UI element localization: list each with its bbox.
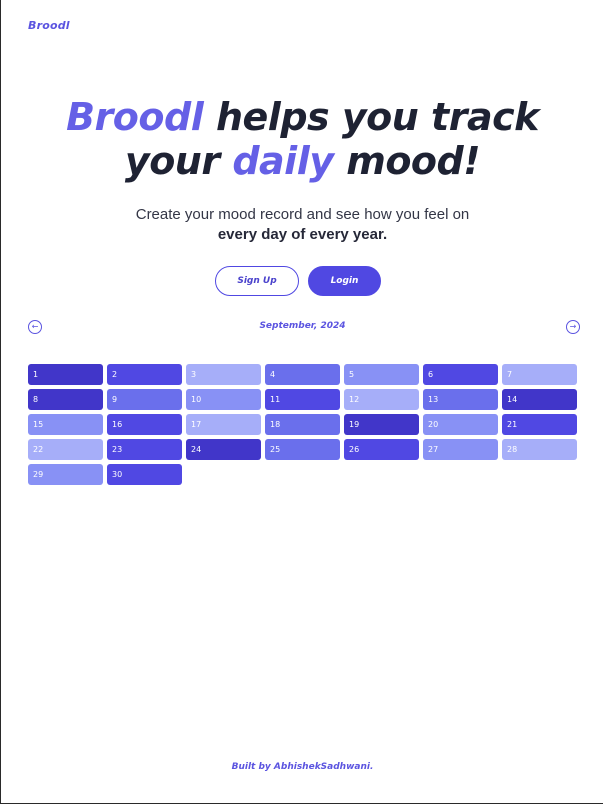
calendar-day[interactable]: 6 [423, 364, 498, 385]
calendar-day[interactable]: 17 [186, 414, 261, 435]
hero-accent-word: daily [232, 139, 334, 183]
calendar-day[interactable]: 27 [423, 439, 498, 460]
calendar-day[interactable]: 12 [344, 389, 419, 410]
calendar-day[interactable]: 4 [265, 364, 340, 385]
calendar-day[interactable]: 11 [265, 389, 340, 410]
hero-brand: Broodl [66, 95, 204, 139]
brand-logo[interactable]: Broodl [28, 19, 70, 32]
calendar-day[interactable]: 8 [28, 389, 103, 410]
calendar-day[interactable]: 26 [344, 439, 419, 460]
calendar-day[interactable]: 10 [186, 389, 261, 410]
calendar-day[interactable]: 9 [107, 389, 182, 410]
subtitle-line1: Create your mood record and see how you … [135, 206, 470, 223]
hero-title: Broodl helps you track your daily mood! [1, 95, 603, 183]
month-label: September, 2024 [259, 321, 346, 331]
calendar-day[interactable]: 25 [265, 439, 340, 460]
signup-button[interactable]: Sign Up [215, 266, 299, 296]
hero-line1-rest: helps you track [215, 95, 539, 139]
calendar-day[interactable]: 23 [107, 439, 182, 460]
calendar-day[interactable]: 28 [502, 439, 577, 460]
calendar-day[interactable]: 7 [502, 364, 577, 385]
calendar-day[interactable]: 30 [107, 464, 182, 485]
calendar-day[interactable]: 21 [502, 414, 577, 435]
calendar-day[interactable]: 1 [28, 364, 103, 385]
calendar-day[interactable]: 13 [423, 389, 498, 410]
hero-line2-start: your [124, 139, 220, 183]
calendar-day[interactable]: 2 [107, 364, 182, 385]
hero-line2-end: mood! [346, 139, 481, 183]
calendar-day[interactable]: 22 [28, 439, 103, 460]
subtitle: Create your mood record and see how you … [1, 205, 603, 245]
footer-credit[interactable]: Built by AbhishekSadhwani. [1, 762, 603, 772]
login-button[interactable]: Login [308, 266, 381, 296]
calendar-day[interactable]: 24 [186, 439, 261, 460]
calendar-day[interactable]: 16 [107, 414, 182, 435]
calendar-day[interactable]: 3 [186, 364, 261, 385]
calendar-day[interactable]: 19 [344, 414, 419, 435]
calendar-day[interactable]: 14 [502, 389, 577, 410]
calendar-grid: 1 2 3 4 5 6 7 8 9 10 11 12 13 14 15 16 17 18 19 20 21 22 23 24 2… [28, 364, 577, 485]
calendar-day[interactable]: 5 [344, 364, 419, 385]
calendar-day[interactable]: 29 [28, 464, 103, 485]
calendar-day[interactable]: 15 [28, 414, 103, 435]
calendar-day[interactable]: 20 [423, 414, 498, 435]
arrow-right-icon[interactable]: → [566, 320, 580, 334]
calendar-day[interactable]: 18 [265, 414, 340, 435]
subtitle-line2: every day of every year. [217, 226, 388, 243]
